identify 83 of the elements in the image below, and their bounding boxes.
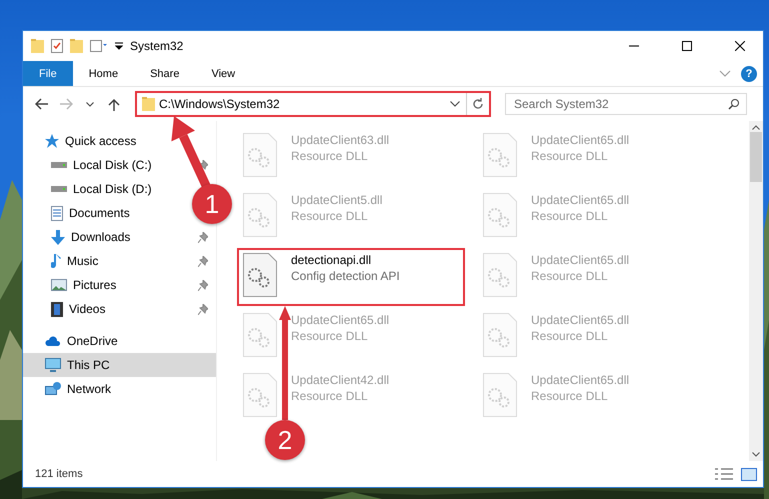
file-description: Resource DLL: [531, 389, 609, 403]
nav-item-label[interactable]: Documents: [69, 206, 130, 220]
download-icon: [51, 230, 65, 244]
search-icon: [728, 98, 740, 110]
ribbon-tab[interactable]: View: [195, 61, 252, 86]
item-count: 121 items: [35, 468, 84, 480]
pin-icon[interactable]: [198, 256, 208, 266]
nav-item-label[interactable]: Network: [67, 382, 112, 396]
network-icon: [45, 382, 61, 396]
close-icon: [735, 41, 745, 51]
caret-icon: [115, 42, 123, 50]
drive-icon: [51, 186, 67, 192]
file-description: Resource DLL: [531, 269, 609, 283]
highlighted-file-item[interactable]: detectionapi.dll Config detection API: [237, 248, 465, 306]
document-icon: [51, 206, 63, 220]
ribbon-tab[interactable]: Home: [72, 61, 134, 86]
dll-file-icon: [243, 133, 277, 177]
folder-icon: [142, 97, 155, 111]
file-description: Resource DLL: [291, 389, 369, 403]
nav-item-label[interactable]: Videos: [69, 302, 106, 316]
file-description: Resource DLL: [291, 329, 369, 343]
address-bar[interactable]: C:\Windows\System32: [135, 91, 491, 117]
address-path: C:\Windows\System32: [158, 97, 281, 111]
back-arrow-icon: [35, 98, 49, 110]
dll-file-icon: [483, 253, 517, 297]
pin-icon[interactable]: [198, 232, 208, 242]
pin-icon[interactable]: [198, 160, 208, 170]
help-button[interactable]: ?: [741, 66, 757, 82]
up-arrow-icon: [108, 98, 120, 110]
film-icon: [51, 302, 63, 316]
scroll-up-icon: [752, 125, 760, 130]
scroll-down-icon: [752, 452, 760, 457]
music-note-icon: [51, 254, 61, 268]
pin-icon[interactable]: [198, 280, 208, 290]
properties-icon: [90, 40, 108, 52]
dll-file-icon: [243, 373, 277, 417]
selected-nav-row[interactable]: This PC: [23, 353, 216, 377]
nav-item-label[interactable]: Quick access: [65, 134, 136, 148]
dll-file-icon: [483, 373, 517, 417]
monitor-icon: [45, 358, 61, 372]
nav-item-label[interactable]: Pictures: [73, 278, 116, 292]
nav-item-label[interactable]: Music: [67, 254, 98, 268]
nav-item-label[interactable]: Local Disk (C:): [73, 158, 152, 172]
checklist-icon: [51, 39, 63, 53]
chevron-icon[interactable]: [719, 70, 731, 77]
dll-file-icon: [483, 133, 517, 177]
window-title: System32: [130, 39, 184, 53]
nav-item-label[interactable]: Local Disk (D:): [73, 182, 152, 196]
file-description: Resource DLL: [291, 149, 369, 163]
file-description: Resource DLL: [531, 149, 609, 163]
details-view-icon[interactable]: [715, 468, 733, 480]
file-menu-button[interactable]: File: [23, 61, 73, 86]
ribbon-tab[interactable]: Share: [134, 61, 196, 86]
maximize-icon: [682, 41, 692, 51]
picture-icon: [51, 279, 67, 291]
dropdown-icon[interactable]: [450, 101, 460, 107]
minimize-icon: [629, 45, 639, 47]
large-icons-view-icon[interactable]: [741, 468, 757, 480]
search-field[interactable]: Search System32: [505, 93, 747, 115]
folder-icon: [31, 39, 44, 53]
dll-file-icon: [243, 193, 277, 237]
file-description: Config detection API: [291, 269, 400, 283]
pin-icon[interactable]: [198, 304, 208, 314]
dll-file-icon: [243, 253, 277, 297]
nav-item-label[interactable]: Downloads: [71, 230, 130, 244]
scrollbar-thumb[interactable]: [750, 132, 762, 182]
folder-icon: [70, 39, 83, 53]
cloud-icon: [45, 336, 61, 346]
nav-item-label[interactable]: This PC: [67, 358, 110, 372]
chevron-icon: [86, 102, 94, 106]
dll-file-icon: [483, 193, 517, 237]
file-description: Resource DLL: [291, 209, 369, 223]
file-description: Resource DLL: [531, 209, 609, 223]
refresh-icon: [472, 98, 484, 110]
star-icon: [45, 134, 59, 148]
dll-file-icon: [243, 313, 277, 357]
drive-icon: [51, 162, 67, 168]
forward-arrow-icon: [59, 98, 73, 110]
file-name[interactable]: detectionapi.dll: [291, 253, 400, 267]
file-description: Resource DLL: [531, 329, 609, 343]
scrollbar[interactable]: [749, 121, 763, 461]
nav-item-label[interactable]: OneDrive: [67, 334, 118, 348]
dll-file-icon: [483, 313, 517, 357]
